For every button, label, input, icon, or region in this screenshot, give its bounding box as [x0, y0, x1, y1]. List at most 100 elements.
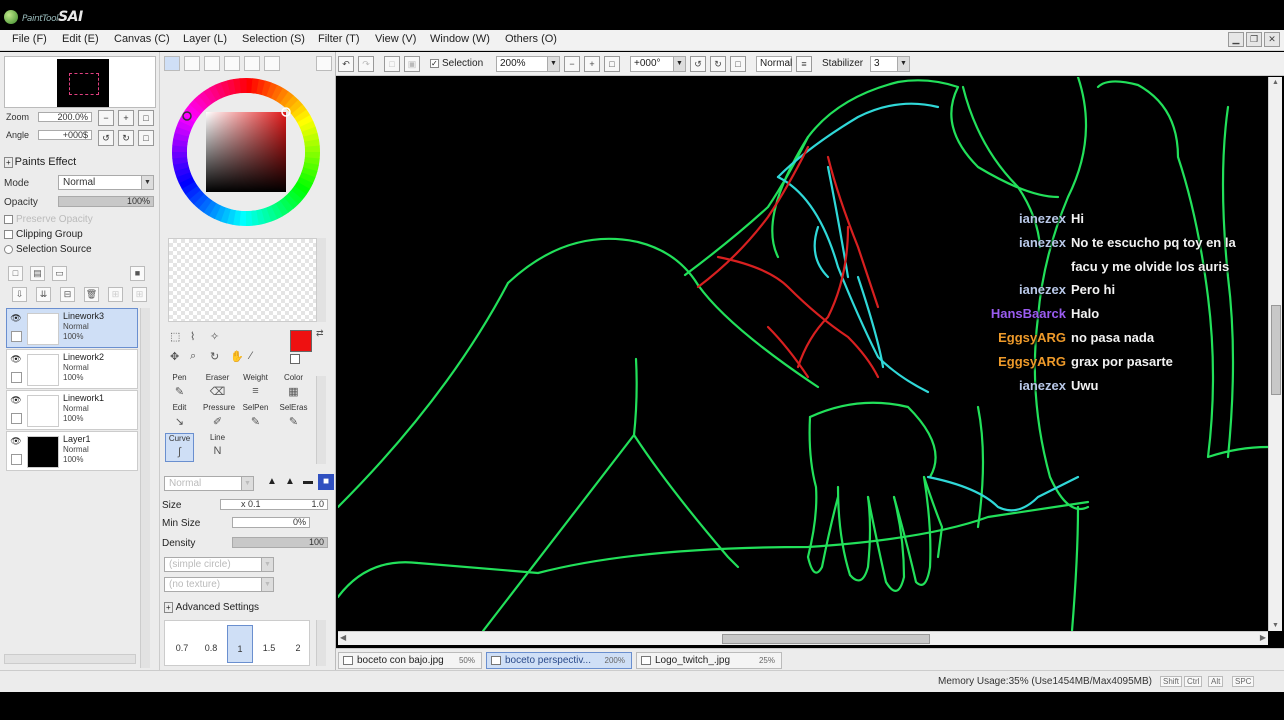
tool-line[interactable]: Line N [203, 433, 232, 462]
eyedropper-icon[interactable]: ⁄ [250, 350, 252, 362]
merge-down-icon[interactable]: ⇊ [36, 287, 51, 302]
rotate-reset-icon[interactable]: □ [138, 130, 154, 146]
presets-scrollbar[interactable] [316, 620, 326, 666]
layer-row[interactable]: 👁 Layer1 Normal 100% [6, 431, 138, 471]
rgb-slider-tab-icon[interactable] [184, 56, 200, 71]
density-slider[interactable]: 100 [232, 537, 328, 548]
tool-pressure[interactable]: Pressure ✐ [203, 403, 235, 432]
stabilizer-select[interactable]: 3 ▼ [870, 56, 910, 72]
layer-row[interactable]: 👁 Linework1 Normal 100% [6, 390, 138, 430]
zoom-in-icon[interactable]: + [118, 110, 134, 126]
trash-icon[interactable]: 🗑 [84, 287, 99, 302]
eye-icon[interactable]: 👁 [9, 354, 23, 365]
tool-color[interactable]: Color ▦ [279, 373, 308, 402]
scroll-right-icon[interactable]: ▶ [1260, 633, 1266, 642]
eye-icon[interactable]: 👁 [9, 313, 23, 324]
swatches-tab-icon[interactable] [224, 56, 240, 71]
rotate-icon[interactable]: ↻ [210, 350, 219, 363]
menu-selection[interactable]: Selection (S) [242, 33, 305, 45]
restore-icon[interactable]: ❐ [1246, 32, 1262, 47]
selection-toggle[interactable]: ✓ Selection [430, 58, 483, 69]
blend-mode-select[interactable]: Normal ▼ [58, 175, 154, 190]
canvas-vertical-scrollbar[interactable]: ▲ ▼ [1268, 77, 1282, 631]
menu-view[interactable]: View (V) [375, 33, 416, 45]
clear-layer-icon[interactable]: ⊟ [60, 287, 75, 302]
scratchpad-scrollbar[interactable] [316, 238, 326, 322]
folder-icon[interactable]: ▭ [52, 266, 67, 281]
move-icon[interactable]: ✥ [170, 350, 179, 363]
brush-preset[interactable]: 0.8 [198, 625, 224, 663]
new-layer-set-icon[interactable]: ▤ [30, 266, 45, 281]
secondary-color-swatch[interactable] [290, 354, 300, 364]
zoom-icon[interactable]: ⌕ [190, 350, 196, 363]
opacity-slider[interactable]: 100% [58, 196, 154, 207]
tool-weight[interactable]: Weight ≡ [241, 373, 270, 402]
tool-grid-scrollbar[interactable] [316, 376, 326, 464]
menu-filter[interactable]: Filter (T) [318, 33, 360, 45]
color-wheel-tab-icon[interactable] [164, 56, 180, 71]
zoom-select[interactable]: 200% ▼ [496, 56, 560, 72]
tool-selpen[interactable]: SelPen ✎ [241, 403, 270, 432]
brush-preset[interactable]: 2 [285, 625, 311, 663]
zoom-out-toolbar-icon[interactable]: − [564, 56, 580, 72]
tool-curve[interactable]: Curve ∫ [165, 433, 194, 462]
canvas-hscroll-thumb[interactable] [722, 634, 930, 644]
swap-colors-icon[interactable]: ⇄ [316, 328, 324, 339]
primary-color-swatch[interactable] [290, 330, 312, 352]
invert-select-icon[interactable]: ▣ [404, 56, 420, 72]
document-tab[interactable]: boceto con bajo.jpg 50% [338, 652, 482, 669]
drawing-canvas[interactable]: ianezex Hi ianezex No te escucho pq toy en … [338, 77, 1268, 631]
brush-shape-square-icon[interactable]: ■ [318, 474, 334, 490]
brush-shape-select[interactable]: (simple circle) ▼ [164, 557, 274, 572]
flip-view-icon[interactable]: ≡ [796, 56, 812, 72]
tool-blend-select[interactable]: Normal ▼ [164, 476, 254, 491]
menu-others[interactable]: Others (O) [505, 33, 557, 45]
rotate-reset-toolbar-icon[interactable]: □ [730, 56, 746, 72]
rotate-right-icon[interactable]: ↻ [118, 130, 134, 146]
scratchpad-tab-icon[interactable] [244, 56, 260, 71]
eye-icon[interactable]: 👁 [9, 436, 23, 447]
tool-edit[interactable]: Edit ↘ [165, 403, 194, 432]
rotate-ccw-toolbar-icon[interactable]: ↺ [690, 56, 706, 72]
document-tab[interactable]: Logo_twitch_.jpg 25% [636, 652, 782, 669]
new-layer-icon[interactable]: □ [8, 266, 23, 281]
document-tab[interactable]: boceto perspectiv... 200% [486, 652, 632, 669]
deselect-icon[interactable]: □ [384, 56, 400, 72]
color-scratchpad[interactable] [168, 238, 320, 322]
collapse-panel-icon[interactable] [316, 56, 332, 71]
angle-slider[interactable]: +000$ [38, 130, 92, 140]
brush-shape-cone-icon[interactable]: ▲ [264, 474, 280, 490]
scroll-left-icon[interactable]: ◀ [340, 633, 346, 642]
mask-icon[interactable]: ■ [130, 266, 145, 281]
tool-seleras[interactable]: SelEras ✎ [279, 403, 308, 432]
transfer-down-icon[interactable]: ⇩ [12, 287, 27, 302]
angle-select[interactable]: +000° ▼ [630, 56, 686, 72]
eye-icon[interactable]: 👁 [9, 395, 23, 406]
menu-canvas[interactable]: Canvas (C) [114, 33, 170, 45]
preserve-opacity-checkbox[interactable]: Preserve Opacity [4, 214, 93, 225]
zoom-in-toolbar-icon[interactable]: + [584, 56, 600, 72]
redo-icon[interactable]: ↷ [358, 56, 374, 72]
navigator-view-frame[interactable] [69, 73, 99, 95]
rotate-left-icon[interactable]: ↺ [98, 130, 114, 146]
zoom-slider[interactable]: 200.0% [38, 112, 92, 122]
navigator-preview[interactable] [4, 56, 156, 108]
scroll-down-icon[interactable]: ▼ [1272, 622, 1279, 629]
brush-preset[interactable]: 0.7 [169, 625, 195, 663]
paints-effect-header[interactable]: + Paints Effect [4, 156, 76, 168]
lasso-icon[interactable]: ⌇ [190, 330, 195, 343]
layer-row[interactable]: 👁 Linework3 Normal 100% [6, 308, 138, 348]
hand-icon[interactable]: ✋ [230, 350, 244, 363]
minimize-icon[interactable]: ▁ [1228, 32, 1244, 47]
layer-lock-checkbox[interactable] [11, 454, 22, 465]
selection-source-checkbox[interactable]: Selection Source [4, 244, 92, 255]
canvas-horizontal-scrollbar[interactable]: ◀ ▶ [338, 631, 1268, 645]
advanced-settings-header[interactable]: + Advanced Settings [164, 602, 259, 613]
size-slider[interactable]: x 0.1 1.0 [220, 499, 328, 510]
magic-wand-icon[interactable]: ✧ [210, 330, 219, 343]
color-wheel[interactable] [170, 78, 322, 228]
min-size-slider[interactable]: 0% [232, 517, 310, 528]
menu-edit[interactable]: Edit (E) [62, 33, 99, 45]
zoom-reset-icon[interactable]: □ [138, 110, 154, 126]
view-mode-select[interactable]: Normal [756, 56, 792, 72]
